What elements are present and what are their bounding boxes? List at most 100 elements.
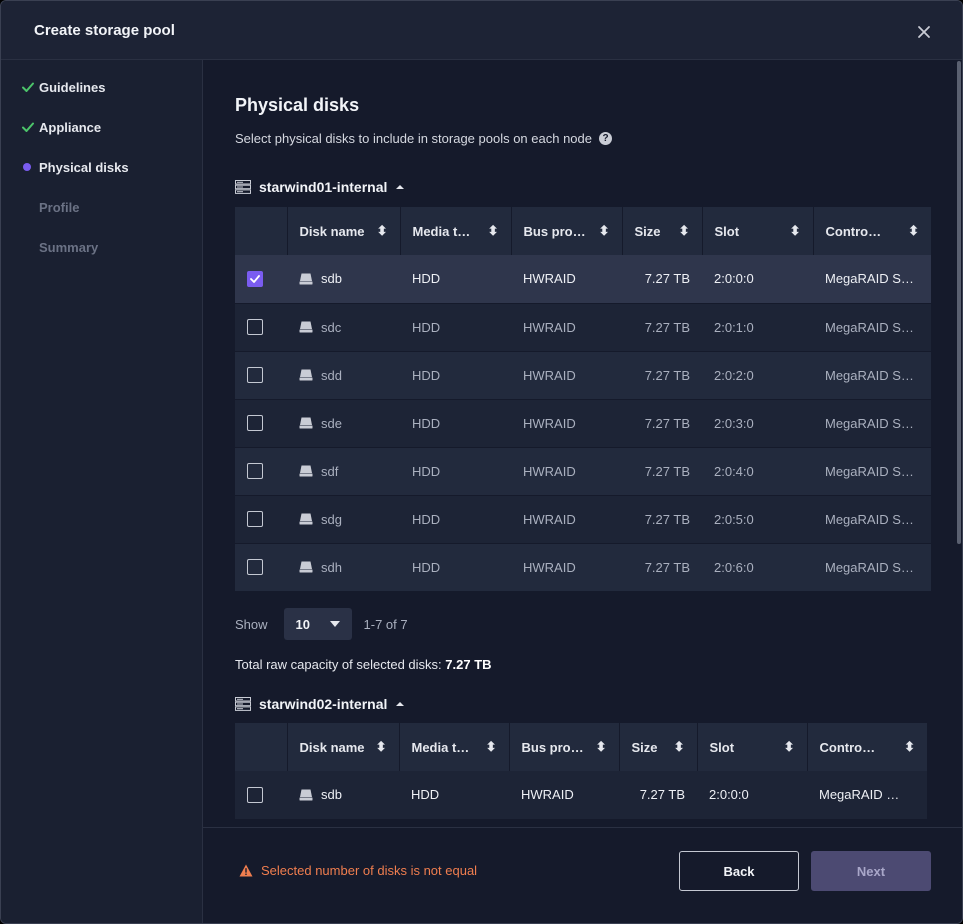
column-header-disk-name[interactable]: Disk name ⬍	[287, 207, 401, 255]
total-capacity: Total raw capacity of selected disks: 7.…	[235, 657, 492, 672]
step-guidelines[interactable]: Guidelines	[21, 78, 105, 96]
row-checkbox[interactable]	[247, 463, 263, 479]
column-header-slot[interactable]: Slot ⬍	[702, 207, 814, 255]
hard-disk-icon	[299, 273, 313, 285]
table-row[interactable]: sdb HDD HWRAID 7.27 TB 2:0:0:0 MegaRAID …	[235, 771, 927, 820]
column-header-controller[interactable]: Contro… ⬍	[807, 723, 927, 771]
slot-cell: 2:0:0:0	[702, 255, 813, 304]
column-header-bus-protocol[interactable]: Bus pro… ⬍	[509, 723, 620, 771]
step-label: Physical disks	[39, 159, 129, 175]
select-cell	[235, 303, 287, 352]
sort-icon: ⬍	[376, 223, 388, 238]
column-label: Size	[634, 223, 661, 239]
controller-cell: MegaRAID S…	[813, 543, 931, 592]
hard-disk-icon	[299, 513, 313, 525]
table-row[interactable]: sdb HDD HWRAID 7.27 TB 2:0:0:0 MegaRAID S…	[235, 255, 931, 304]
media-type-cell: HDD	[400, 447, 511, 496]
main-content[interactable]: Physical disks Select physical disks to …	[203, 60, 960, 827]
disk-name-cell: sdb	[287, 771, 399, 820]
create-storage-pool-dialog: Create storage pool Guidelines Appliance…	[0, 0, 963, 924]
table-row[interactable]: sdf HDD HWRAID 7.27 TB 2:0:4:0 MegaRAID S…	[235, 447, 931, 496]
column-label: Disk name	[299, 739, 365, 755]
close-button[interactable]	[913, 21, 935, 43]
node-header-starwind02[interactable]: starwind02-internal	[235, 695, 405, 713]
slot-cell: 2:0:5:0	[702, 495, 813, 544]
row-checkbox[interactable]	[247, 786, 263, 803]
table-row[interactable]: sdd HDD HWRAID 7.27 TB 2:0:2:0 MegaRAID S…	[235, 351, 931, 400]
row-checkbox[interactable]	[247, 415, 263, 431]
select-cell	[235, 495, 287, 544]
sort-icon: ⬍	[375, 739, 387, 754]
step-physical-disks[interactable]: Physical disks	[21, 158, 129, 176]
controller-cell: MegaRAID S…	[813, 303, 931, 352]
bus-protocol-cell: HWRAID	[511, 447, 622, 496]
sort-icon: ⬍	[487, 223, 499, 238]
capacity-label: Total raw capacity of selected disks:	[235, 657, 442, 672]
disk-name-cell: sdb	[287, 255, 400, 304]
select-column-header	[235, 723, 288, 771]
controller-cell: MegaRAID S…	[813, 495, 931, 544]
column-header-controller[interactable]: Contro… ⬍	[813, 207, 931, 255]
column-label: Bus pro…	[523, 223, 586, 239]
step-appliance[interactable]: Appliance	[21, 118, 101, 136]
size-cell: 7.27 TB	[622, 399, 702, 448]
media-type-cell: HDD	[400, 495, 511, 544]
disk-name: sdb	[321, 787, 342, 803]
close-icon	[918, 26, 930, 38]
column-header-media-type[interactable]: Media t… ⬍	[400, 207, 512, 255]
column-header-media-type[interactable]: Media t… ⬍	[399, 723, 510, 771]
question-circle-icon[interactable]: ?	[599, 132, 612, 145]
page-size-select[interactable]: 10	[283, 608, 352, 640]
hard-disk-icon	[299, 417, 313, 429]
row-checkbox[interactable]	[247, 270, 263, 287]
current-step-dot-icon	[23, 163, 31, 171]
server-icon	[235, 697, 251, 711]
controller-cell: MegaRAID …	[807, 771, 927, 820]
row-checkbox[interactable]	[247, 367, 263, 383]
content-scrollbar[interactable]	[957, 61, 961, 544]
disks-table-starwind01: Disk name ⬍ Media t… ⬍ Bus pro… ⬍ Size ⬍ Slo…	[235, 207, 931, 592]
table-row[interactable]: sdc HDD HWRAID 7.27 TB 2:0:1:0 MegaRAID S…	[235, 303, 931, 352]
caret-up-icon	[396, 702, 405, 706]
row-checkbox[interactable]	[247, 559, 263, 575]
table-row[interactable]: sdh HDD HWRAID 7.27 TB 2:0:6:0 MegaRAID S…	[235, 543, 931, 592]
disk-name: sdf	[321, 463, 339, 479]
next-button[interactable]: Next	[811, 851, 931, 891]
column-header-size[interactable]: Size ⬍	[622, 207, 703, 255]
column-label: Contro…	[825, 223, 882, 239]
row-checkbox[interactable]	[247, 511, 263, 527]
wizard-steps-sidebar: Guidelines Appliance Physical disks Prof…	[1, 60, 203, 923]
column-header-bus-protocol[interactable]: Bus pro… ⬍	[511, 207, 623, 255]
row-checkbox[interactable]	[247, 319, 263, 335]
column-header-disk-name[interactable]: Disk name ⬍	[287, 723, 400, 771]
step-label: Guidelines	[39, 79, 106, 95]
select-cell	[235, 543, 287, 592]
capacity-value: 7.27 TB	[445, 657, 492, 672]
controller-cell: MegaRAID S…	[813, 447, 931, 496]
warning-message: Selected number of disks is not equal	[239, 863, 477, 878]
slot-cell: 2:0:6:0	[702, 543, 813, 592]
media-type-cell: HDD	[400, 255, 511, 304]
sort-icon: ⬍	[678, 223, 690, 238]
hard-disk-icon	[299, 465, 313, 477]
column-header-slot[interactable]: Slot ⬍	[697, 723, 808, 771]
pagination: Show 10 1-7 of 7	[235, 608, 408, 640]
slot-cell: 2:0:3:0	[702, 399, 813, 448]
size-cell: 7.27 TB	[622, 543, 702, 592]
bus-protocol-cell: HWRAID	[511, 351, 622, 400]
step-profile: Profile	[21, 198, 79, 216]
column-header-size[interactable]: Size ⬍	[619, 723, 698, 771]
page-subtitle: Select physical disks to include in stor…	[235, 131, 612, 146]
column-label: Media t…	[411, 739, 470, 755]
size-cell: 7.27 TB	[622, 495, 702, 544]
page-title: Physical disks	[235, 95, 360, 115]
table-row[interactable]: sdg HDD HWRAID 7.27 TB 2:0:5:0 MegaRAID S…	[235, 495, 931, 544]
slot-cell: 2:0:0:0	[697, 771, 807, 820]
disk-name: sdg	[321, 511, 342, 527]
table-row[interactable]: sde HDD HWRAID 7.27 TB 2:0:3:0 MegaRAID S…	[235, 399, 931, 448]
bus-protocol-cell: HWRAID	[509, 771, 619, 820]
back-button[interactable]: Back	[679, 851, 799, 891]
node-header-starwind01[interactable]: starwind01-internal	[235, 178, 405, 196]
select-cell	[235, 351, 287, 400]
hard-disk-icon	[299, 321, 313, 333]
